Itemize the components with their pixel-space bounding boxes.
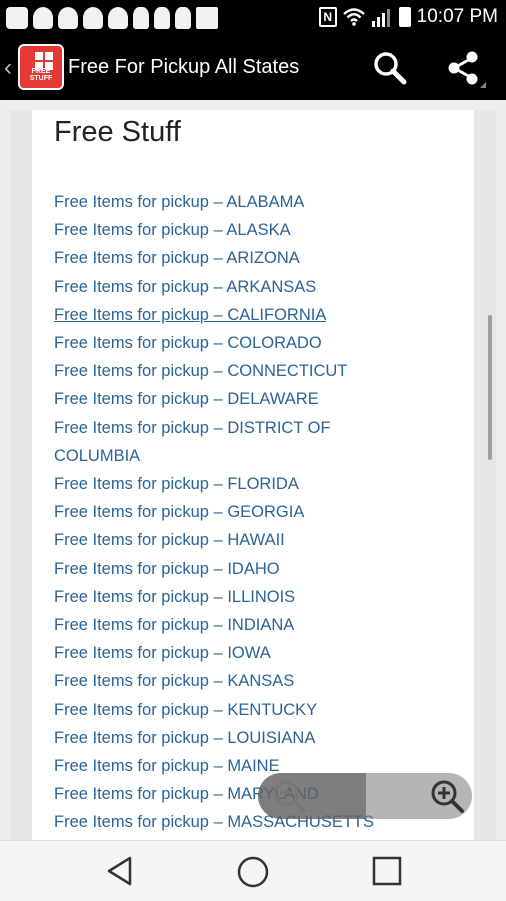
page-margin-right xyxy=(474,110,496,840)
page-margin-left xyxy=(10,110,32,840)
zoom-out-button[interactable] xyxy=(258,773,366,819)
system-navigation-bar xyxy=(0,840,506,901)
wifi-icon xyxy=(342,8,365,26)
zoom-controls xyxy=(258,773,472,819)
list-item[interactable]: Free Items for pickup – GEORGIA xyxy=(54,498,454,526)
list-item[interactable]: Free Items for pickup – ILLINOIS xyxy=(54,583,454,611)
list-item[interactable]: Free Items for pickup – CALIFORNIA xyxy=(54,301,454,329)
state-link-connecticut[interactable]: Free Items for pickup – CONNECTICUT xyxy=(54,362,347,380)
state-link-california[interactable]: Free Items for pickup – CALIFORNIA xyxy=(54,306,326,324)
logo-square xyxy=(45,52,53,60)
logo-square xyxy=(35,52,43,60)
nav-back-icon[interactable] xyxy=(104,855,136,887)
person-icon xyxy=(154,7,170,29)
person-icon xyxy=(133,7,149,29)
app-title: Free For Pickup All States xyxy=(68,56,300,78)
state-link-colorado[interactable]: Free Items for pickup – COLORADO xyxy=(54,334,322,352)
list-item[interactable]: Free Items for pickup – IOWA xyxy=(54,639,454,667)
list-item[interactable]: Free Items for pickup – CONNECTICUT xyxy=(54,357,454,385)
list-item[interactable]: Free Items for pickup – ARIZONA xyxy=(54,244,454,272)
status-indicators: N 10:07 PM xyxy=(318,6,498,28)
share-icon[interactable] xyxy=(440,46,490,90)
nfc-icon: N xyxy=(318,7,337,27)
state-link-kansas[interactable]: Free Items for pickup – KANSAS xyxy=(54,672,294,690)
list-item[interactable]: Free Items for pickup – DISTRICT OF COLU… xyxy=(54,414,384,470)
state-link-iowa[interactable]: Free Items for pickup – IOWA xyxy=(54,644,271,662)
state-link-indiana[interactable]: Free Items for pickup – INDIANA xyxy=(54,616,294,634)
state-link-louisiana[interactable]: Free Items for pickup – LOUISIANA xyxy=(54,729,315,747)
nav-recent-apps-icon[interactable] xyxy=(372,856,402,886)
list-item[interactable]: Free Items for pickup – ALASKA xyxy=(54,216,454,244)
list-item[interactable]: Free Items for pickup – ARKANSAS xyxy=(54,273,454,301)
list-item[interactable]: Free Items for pickup – LOUISIANA xyxy=(54,724,454,752)
scrollbar[interactable] xyxy=(488,315,492,460)
state-link-hawaii[interactable]: Free Items for pickup – HAWAII xyxy=(54,531,285,549)
snapchat-icon xyxy=(33,7,53,29)
state-link-idaho[interactable]: Free Items for pickup – IDAHO xyxy=(54,560,280,578)
app-bar: ‹ FREE STUFF Free For Pickup All States xyxy=(0,36,506,100)
state-link-arizona[interactable]: Free Items for pickup – ARIZONA xyxy=(54,249,300,267)
state-link-maine[interactable]: Free Items for pickup – MAINE xyxy=(54,757,280,775)
state-link-alabama[interactable]: Free Items for pickup – ALABAMA xyxy=(54,193,304,211)
search-icon[interactable] xyxy=(368,46,412,90)
logo-text: FREE STUFF xyxy=(29,68,53,82)
state-links-list: Free Items for pickup – ALABAMA Free Ite… xyxy=(54,188,454,837)
snapchat-icon xyxy=(58,7,78,29)
clock: 10:07 PM xyxy=(416,6,498,27)
state-link-arkansas[interactable]: Free Items for pickup – ARKANSAS xyxy=(54,278,316,296)
notification-icons xyxy=(6,7,218,29)
list-item[interactable]: Free Items for pickup – KENTUCKY xyxy=(54,696,454,724)
app-logo[interactable]: FREE STUFF xyxy=(18,44,64,90)
list-item[interactable]: Free Items for pickup – HAWAII xyxy=(54,526,454,554)
messenger-icon xyxy=(6,7,28,29)
zoom-out-icon xyxy=(273,780,306,813)
article-card: Free Stuff Free Items for pickup – ALABA… xyxy=(32,110,474,840)
state-link-georgia[interactable]: Free Items for pickup – GEORGIA xyxy=(54,503,304,521)
state-link-kentucky[interactable]: Free Items for pickup – KENTUCKY xyxy=(54,701,317,719)
state-link-alaska[interactable]: Free Items for pickup – ALASKA xyxy=(54,221,291,239)
web-content[interactable]: Free Stuff Free Items for pickup – ALABA… xyxy=(0,100,506,840)
state-link-district-of-columbia[interactable]: Free Items for pickup – DISTRICT OF COLU… xyxy=(54,419,331,465)
state-link-delaware[interactable]: Free Items for pickup – DELAWARE xyxy=(54,390,319,408)
image-icon xyxy=(196,7,218,29)
status-bar: N 10:07 PM xyxy=(0,0,506,36)
signal-icon xyxy=(371,9,390,27)
page-title: Free Stuff xyxy=(54,116,181,148)
list-item[interactable]: Free Items for pickup – DELAWARE xyxy=(54,385,454,413)
list-item[interactable]: Free Items for pickup – KANSAS xyxy=(54,667,454,695)
nav-home-icon[interactable] xyxy=(236,855,270,889)
list-item[interactable]: Free Items for pickup – IDAHO xyxy=(54,555,454,583)
snapchat-icon xyxy=(83,7,103,29)
zoom-in-button[interactable] xyxy=(368,773,472,819)
list-item[interactable]: Free Items for pickup – COLORADO xyxy=(54,329,454,357)
list-item[interactable]: Free Items for pickup – INDIANA xyxy=(54,611,454,639)
state-link-illinois[interactable]: Free Items for pickup – ILLINOIS xyxy=(54,588,295,606)
list-item[interactable]: Free Items for pickup – ALABAMA xyxy=(54,188,454,216)
up-navigation-chevron-icon[interactable]: ‹ xyxy=(4,54,12,82)
zoom-in-icon xyxy=(431,780,464,813)
battery-icon xyxy=(398,7,411,27)
list-item[interactable]: Free Items for pickup – FLORIDA xyxy=(54,470,454,498)
person-icon xyxy=(175,7,191,29)
snapchat-icon xyxy=(108,7,128,29)
state-link-florida[interactable]: Free Items for pickup – FLORIDA xyxy=(54,475,299,493)
